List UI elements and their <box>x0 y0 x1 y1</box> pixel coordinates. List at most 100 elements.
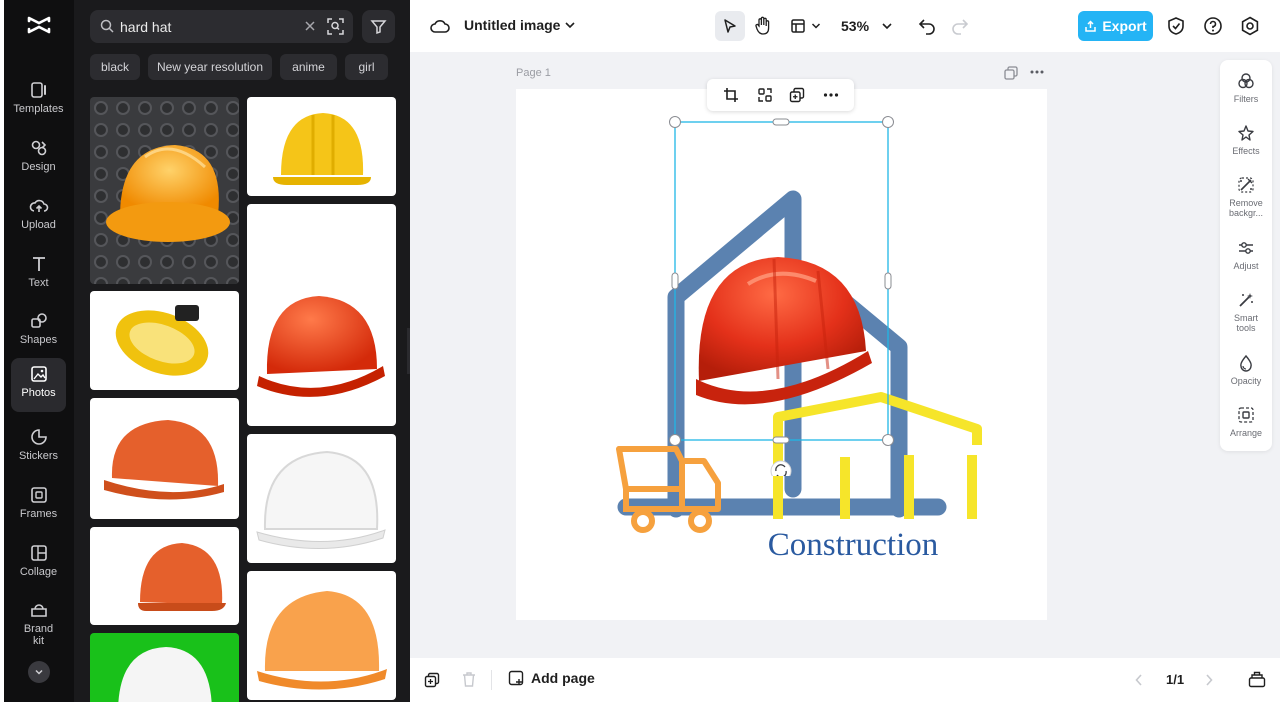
rotate-handle[interactable] <box>770 460 792 476</box>
red-hard-hat-image <box>257 296 385 397</box>
add-page-duplicate-icon[interactable] <box>424 672 440 688</box>
delete-icon[interactable] <box>461 671 477 688</box>
document-title[interactable]: Untitled image <box>464 17 560 33</box>
add-page-icon <box>508 670 524 686</box>
more-options-icon[interactable] <box>823 87 839 103</box>
chevron-down-icon <box>35 669 43 675</box>
tool-adjust[interactable]: Adjust <box>1220 239 1272 271</box>
export-icon <box>1085 19 1097 32</box>
page-label: Page 1 <box>516 67 551 79</box>
design-canvas[interactable]: Construction <box>516 89 1047 620</box>
filter-icon <box>370 20 387 35</box>
photo-thumb[interactable] <box>247 204 396 426</box>
tool-filters[interactable]: Filters <box>1220 72 1272 104</box>
title-dropdown-chevron-icon[interactable] <box>564 20 576 30</box>
photo-thumb[interactable] <box>90 291 239 390</box>
filter-button[interactable] <box>362 10 395 43</box>
tool-arrange[interactable]: Arrange <box>1220 406 1272 438</box>
zoom-chevron-icon[interactable] <box>881 21 893 31</box>
shield-icon[interactable] <box>1167 16 1185 36</box>
adjust-icon <box>1239 242 1253 254</box>
stickers-icon <box>30 429 47 445</box>
image-search-icon[interactable] <box>326 17 345 36</box>
select-tool-button[interactable] <box>715 11 745 41</box>
rail-item-collage[interactable]: Collage <box>11 537 66 591</box>
pointer-icon <box>724 19 736 33</box>
clear-search-icon[interactable] <box>303 19 317 33</box>
add-page-button[interactable]: Add page <box>508 670 595 686</box>
chip-girl[interactable]: girl <box>345 54 388 80</box>
prev-page-icon[interactable] <box>1135 674 1143 686</box>
rail-item-brand-kit[interactable]: Brand kit <box>11 594 66 652</box>
effects-icon <box>1238 125 1254 141</box>
rail-item-shapes[interactable]: Shapes <box>11 305 66 359</box>
duplicate-page-icon[interactable] <box>1004 66 1018 80</box>
bottom-bar: Add page 1/1 <box>410 658 1280 702</box>
white-hard-hat-image <box>256 450 386 549</box>
chip-anime[interactable]: anime <box>280 54 337 80</box>
replace-icon[interactable] <box>757 87 773 103</box>
photo-thumb[interactable] <box>247 434 396 563</box>
export-label: Export <box>1102 18 1147 34</box>
zoom-level[interactable]: 53% <box>841 18 869 34</box>
tool-label: Filters <box>1233 94 1259 104</box>
page-manager-icon[interactable] <box>1248 671 1266 688</box>
tool-label: Remove backgr... <box>1228 198 1264 218</box>
tool-remove-background[interactable]: Remove backgr... <box>1220 176 1272 218</box>
rail-item-label: Upload <box>21 219 56 231</box>
photo-thumb[interactable] <box>90 97 239 284</box>
arrange-icon <box>1238 407 1254 423</box>
photo-thumb[interactable] <box>90 633 239 702</box>
rail-item-label: Stickers <box>18 450 59 462</box>
chip-black[interactable]: black <box>90 54 140 80</box>
tool-label: Arrange <box>1229 428 1263 438</box>
tool-smart-tools[interactable]: Smart tools <box>1220 291 1272 333</box>
undo-icon[interactable] <box>918 17 936 35</box>
rail-more-button[interactable] <box>28 661 50 683</box>
rail-item-upload[interactable]: Upload <box>11 190 66 244</box>
search-input[interactable] <box>120 16 290 38</box>
left-nav-rail: Templates Design Upload Text Shapes Phot… <box>4 0 74 702</box>
tool-label: Effects <box>1232 146 1260 156</box>
upload-cloud-icon <box>29 199 48 212</box>
crop-icon[interactable] <box>723 87 739 103</box>
settings-gear-icon[interactable] <box>1240 16 1260 36</box>
editor-app: Templates Design Upload Text Shapes Phot… <box>0 0 1280 706</box>
rail-item-templates[interactable]: Templates <box>11 74 66 128</box>
next-page-icon[interactable] <box>1205 674 1213 686</box>
photo-thumb[interactable] <box>247 571 396 700</box>
rail-item-label: Photos <box>21 387 56 399</box>
chip-new-year-resolution[interactable]: New year resolution <box>148 54 272 80</box>
capcut-logo[interactable] <box>26 12 52 38</box>
orange-hard-hat-small-image <box>138 543 226 611</box>
bottom-divider <box>491 670 492 690</box>
photo-thumb[interactable] <box>90 527 239 625</box>
rail-item-photos[interactable]: Photos <box>11 358 66 412</box>
layout-icon[interactable] <box>790 18 806 34</box>
tool-effects[interactable]: Effects <box>1220 124 1272 156</box>
right-tools-panel: Filters Effects Remove backgr... Adjust … <box>1220 60 1272 451</box>
photo-thumb[interactable] <box>247 97 396 196</box>
construction-text: Construction <box>768 527 939 563</box>
rail-item-label: Text <box>28 277 49 289</box>
rail-item-frames[interactable]: Frames <box>11 479 66 533</box>
rail-item-label: Templates <box>13 103 64 115</box>
rail-item-text[interactable]: Text <box>11 248 66 302</box>
selection-box[interactable] <box>668 116 896 476</box>
layout-chevron-icon[interactable] <box>811 22 821 30</box>
export-button[interactable]: Export <box>1078 11 1153 41</box>
hand-tool-icon[interactable] <box>754 16 772 36</box>
redo-icon[interactable] <box>951 17 969 35</box>
photo-thumb[interactable] <box>90 398 239 519</box>
tool-opacity[interactable]: Opacity <box>1220 354 1272 386</box>
page-more-icon[interactable] <box>1030 70 1044 74</box>
rail-item-stickers[interactable]: Stickers <box>11 421 66 475</box>
help-icon[interactable] <box>1203 16 1223 36</box>
rail-item-label: Design <box>21 161 56 173</box>
orange-hard-hat-light-image <box>257 591 387 690</box>
cloud-sync-icon[interactable] <box>430 17 450 35</box>
photo-search-box <box>90 10 353 43</box>
rail-item-design[interactable]: Design <box>11 132 66 186</box>
design-icon <box>31 140 46 156</box>
duplicate-icon[interactable] <box>789 87 805 103</box>
